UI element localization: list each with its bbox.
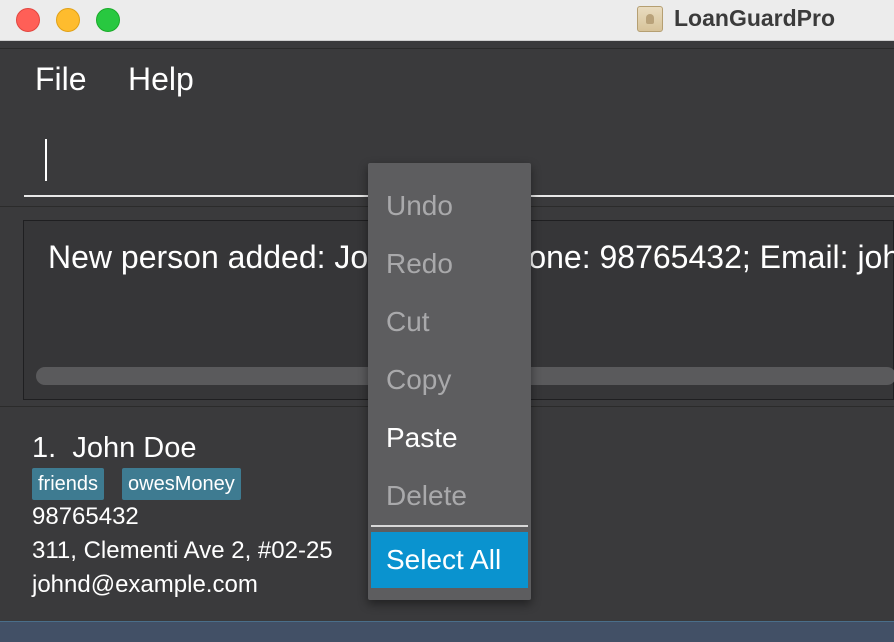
context-menu-paste[interactable]: Paste (368, 409, 531, 467)
person-email: johnd@example.com (32, 571, 258, 598)
context-menu-delete[interactable]: Delete (368, 467, 531, 525)
tag-friends: friends (32, 468, 105, 500)
context-menu-undo[interactable]: Undo (368, 177, 531, 235)
person-phone: 98765432 (32, 503, 139, 530)
close-window-button[interactable] (16, 8, 40, 32)
window-title: LoanGuardPro (674, 5, 836, 31)
menu-help[interactable]: Help (128, 61, 194, 98)
context-menu-redo[interactable]: Redo (368, 235, 531, 293)
tag-owes-money: owesMoney (122, 468, 241, 500)
minimize-window-button[interactable] (56, 8, 80, 32)
context-menu: Undo Redo Cut Copy Paste Delete Select A… (368, 163, 531, 600)
next-person-card[interactable] (0, 621, 894, 642)
app-icon (637, 6, 663, 32)
context-menu-copy[interactable]: Copy (368, 351, 531, 409)
context-menu-separator (371, 525, 528, 527)
person-name-text: John Doe (72, 432, 197, 464)
person-address: 311, Clementi Ave 2, #02-25 (32, 537, 333, 564)
app-window: LoanGuardPro File Help New person added:… (0, 0, 894, 642)
title-bar[interactable]: LoanGuardPro (0, 0, 894, 41)
context-menu-select-all[interactable]: Select All (371, 532, 528, 588)
person-index: 1. (32, 432, 57, 464)
menu-bar: File Help (0, 48, 894, 114)
menu-file[interactable]: File (35, 61, 87, 98)
text-caret (45, 139, 47, 181)
context-menu-cut[interactable]: Cut (368, 293, 531, 351)
person-name: 1. John Doe (32, 432, 196, 465)
zoom-window-button[interactable] (96, 8, 120, 32)
